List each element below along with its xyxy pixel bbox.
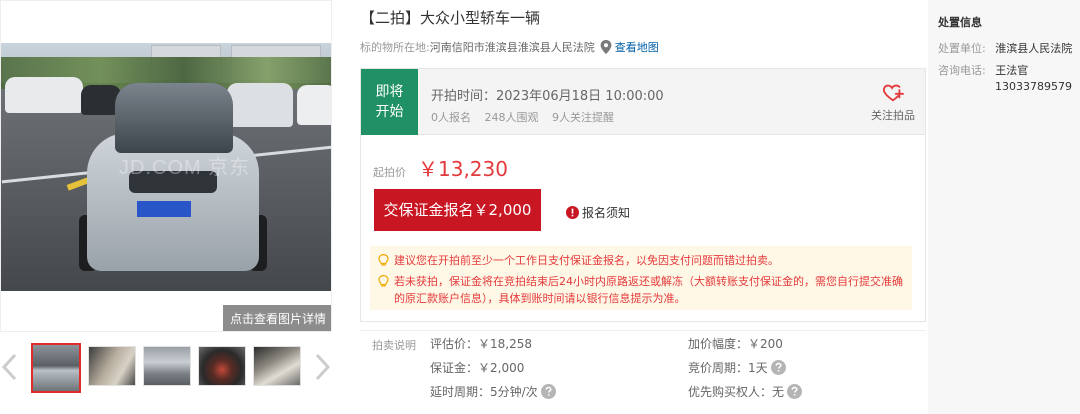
heart-plus-icon xyxy=(882,84,904,102)
thumbnail-4[interactable] xyxy=(198,346,246,386)
consult-phone: 咨询电话: 王法官 xyxy=(938,62,1028,78)
appraisal-price-text: 评估价：￥18,258 xyxy=(430,337,532,351)
thumbnail-1[interactable] xyxy=(31,343,81,393)
view-map-link[interactable]: 查看地图 xyxy=(615,39,659,55)
signup-count: 0人报名 xyxy=(431,111,471,124)
location-value: 河南信阳市淮滨县淮滨县人民法院 xyxy=(429,41,595,54)
disposal-unit-value: 淮滨县人民法院 xyxy=(995,42,1073,55)
disposal-unit: 处置单位: 淮滨县人民法院 xyxy=(938,40,1072,56)
bidding-cycle: 竞价周期：1天 xyxy=(688,359,786,376)
deposit-amount: 保证金：￥2,000 xyxy=(430,359,524,376)
prev-arrow-icon[interactable] xyxy=(0,352,20,382)
bid-increment-text: 加价幅度：￥200 xyxy=(688,337,783,351)
priority-purchase-right: 优先购买权人：无 xyxy=(688,383,803,400)
help-icon[interactable] xyxy=(770,360,786,375)
pay-deposit-register-button[interactable]: 交保证金报名￥2,000 xyxy=(374,189,541,231)
lot-location: 标的物所在地: 河南信阳市淮滨县淮滨县人民法院 查看地图 xyxy=(360,39,659,55)
photo-watermark: JD.COM 京东 xyxy=(119,157,251,179)
thumbnail-5[interactable] xyxy=(253,346,301,386)
map-pin-icon xyxy=(600,40,612,54)
lot-title: 【二拍】大众小型轿车一辆 xyxy=(360,9,541,27)
lightbulb-icon xyxy=(378,275,389,287)
status-badge-line2: 开始 xyxy=(375,104,404,120)
follow-lot-button[interactable]: 关注拍品 xyxy=(867,81,919,123)
auction-panel: 即将 开始 开拍时间：2023年06月18日 10:00:00 0人报名 248… xyxy=(360,68,926,322)
tip-text-1: 建议您在开拍前至少一个工作日支付保证金报名，以免因支付问题而错过拍卖。 xyxy=(394,254,779,267)
lightbulb-icon xyxy=(378,254,389,266)
thumbnail-2[interactable] xyxy=(88,346,136,386)
help-icon[interactable] xyxy=(787,384,803,399)
priority-purchase-right-text: 优先购买权人：无 xyxy=(688,385,785,399)
follow-label: 关注拍品 xyxy=(871,109,915,122)
disposal-info-title: 处置信息 xyxy=(938,16,982,29)
registration-notice-link[interactable]: 报名须知 xyxy=(566,204,630,221)
next-arrow-icon[interactable] xyxy=(312,352,332,382)
disposal-info-panel: 处置信息 处置单位: 淮滨县人民法院 咨询电话: 王法官 13033789579 xyxy=(928,0,1080,414)
start-time: 开拍时间：2023年06月18日 10:00:00 xyxy=(431,89,664,104)
starting-price: 起拍价 ￥13,230 xyxy=(373,153,508,182)
appraisal-price: 评估价：￥18,258 xyxy=(430,335,532,352)
main-photo[interactable]: JD.COM 京东 点击查看图片详情 xyxy=(0,0,332,332)
contact-name: 王法官 xyxy=(995,64,1029,77)
delay-period-text: 延时周期：5分钟/次 xyxy=(430,385,538,399)
view-photo-details-button[interactable]: 点击查看图片详情 xyxy=(223,305,331,331)
watcher-count: 248人围观 xyxy=(484,111,539,124)
reminder-count: 9人关注提醒 xyxy=(552,111,614,124)
delay-period: 延时周期：5分钟/次 xyxy=(430,383,556,400)
starting-price-label: 起拍价 xyxy=(373,166,406,179)
starting-price-value: ￥13,230 xyxy=(418,157,508,181)
thumbnail-strip xyxy=(0,340,340,396)
deposit-amount-text: 保证金：￥2,000 xyxy=(430,361,525,375)
participation-counts: 0人报名 248人围观 9人关注提醒 xyxy=(431,109,624,125)
contact-phone: 13033789579 xyxy=(995,80,1072,93)
status-bar: 即将 开始 开拍时间：2023年06月18日 10:00:00 0人报名 248… xyxy=(361,69,925,135)
auction-info: 拍卖说明 评估价：￥18,258 加价幅度：￥200 保证金：￥2,000 竞价… xyxy=(360,330,926,414)
tips-box: 建议您在开拍前至少一个工作日支付保证金报名，以免因支付问题而错过拍卖。 若未获拍… xyxy=(370,246,912,310)
disposal-unit-label: 处置单位: xyxy=(938,42,986,55)
help-icon[interactable] xyxy=(540,384,556,399)
consult-phone-label: 咨询电话: xyxy=(938,64,986,77)
auction-info-heading: 拍卖说明 xyxy=(372,339,416,352)
warning-icon xyxy=(566,206,579,219)
status-badge: 即将 开始 xyxy=(361,69,418,135)
registration-notice-label: 报名须知 xyxy=(582,206,631,220)
tip-text-2: 若未获拍，保证金将在竞拍结束后24小时内原路返还或解冻（大额转账支付保证金的，需… xyxy=(394,275,903,305)
location-label: 标的物所在地: xyxy=(360,41,430,54)
car-photo: JD.COM 京东 xyxy=(1,43,331,291)
bid-increment: 加价幅度：￥200 xyxy=(688,335,783,352)
tip-item: 若未获拍，保证金将在竞拍结束后24小时内原路返还或解冻（大额转账支付保证金的，需… xyxy=(378,273,904,307)
thumbnail-3[interactable] xyxy=(143,346,191,386)
tip-item: 建议您在开拍前至少一个工作日支付保证金报名，以免因支付问题而错过拍卖。 xyxy=(378,252,904,269)
status-badge-line1: 即将 xyxy=(375,84,404,100)
bidding-cycle-text: 竞价周期：1天 xyxy=(688,361,768,375)
